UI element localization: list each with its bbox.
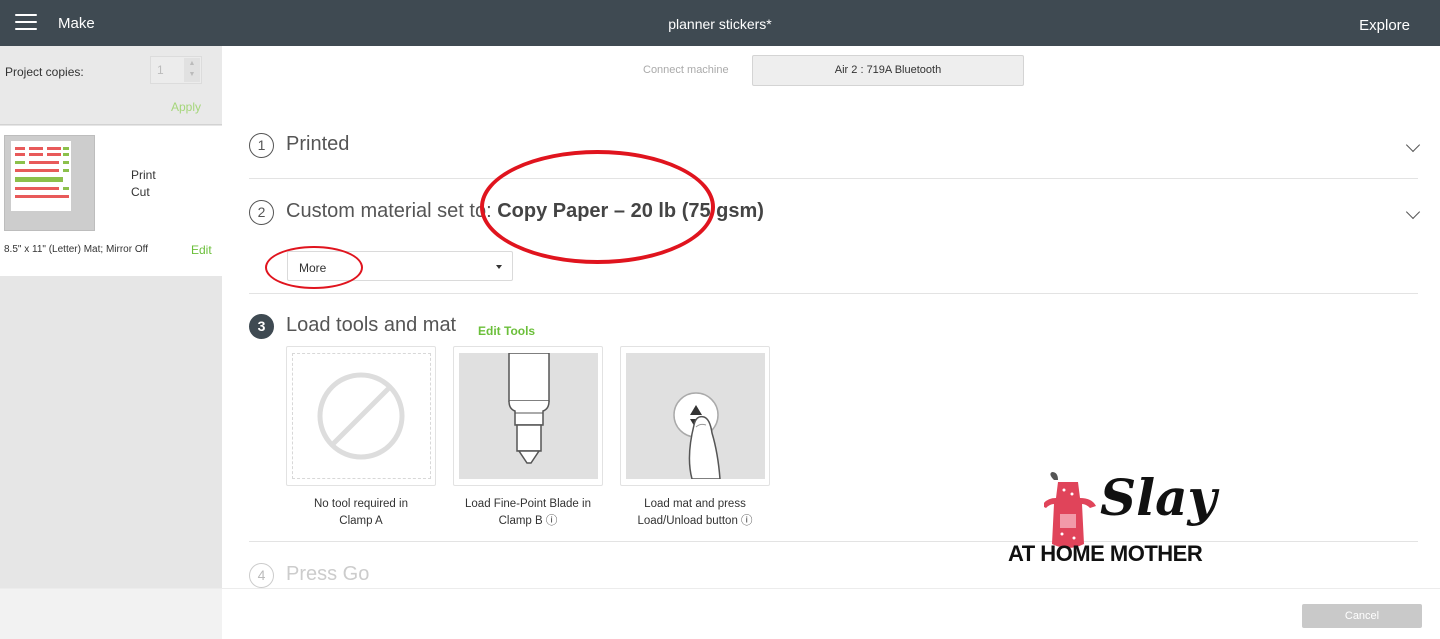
clamp-b-caption-line1: Load Fine-Point Blade in <box>465 498 591 510</box>
project-copies-input[interactable]: 1 ▲ ▼ <box>150 56 202 84</box>
step-1-title[interactable]: Printed <box>286 133 349 156</box>
divider <box>249 178 1418 179</box>
project-copies-value: 1 <box>157 63 164 77</box>
bottom-bar: Cancel <box>0 588 1440 639</box>
step-3-number: 3 <box>249 314 274 339</box>
fine-point-blade-icon <box>508 353 550 464</box>
clamp-a-tool-image <box>292 353 431 479</box>
step-3-title: Load tools and mat <box>286 314 457 336</box>
mat-paper-preview <box>11 141 71 211</box>
watermark-subtitle: AT HOME MOTHER <box>1008 541 1203 566</box>
sidebar: Project copies: 1 ▲ ▼ Apply Print Cut 8.… <box>0 46 222 588</box>
load-mat-caption-line2[interactable]: Load/Unload button ⓘ <box>610 513 780 530</box>
load-mat-tool-image <box>626 353 765 479</box>
connect-machine-label: Connect machine <box>643 64 729 76</box>
mat-card[interactable]: Print Cut 8.5" x 11" (Letter) Mat; Mirro… <box>0 126 222 276</box>
load-unload-button-icon <box>673 392 721 479</box>
explore-link[interactable]: Explore <box>1359 17 1410 34</box>
no-tool-icon <box>317 372 405 460</box>
clamp-a-caption-line1: No tool required in <box>314 498 408 510</box>
cancel-button[interactable]: Cancel <box>1302 604 1422 628</box>
project-copies-label: Project copies: <box>5 65 84 79</box>
step-2-title-prefix: Custom material set to: <box>286 200 498 222</box>
caret-down-icon <box>496 265 502 269</box>
step-1-chevron-down-icon[interactable] <box>1405 137 1421 153</box>
load-mat-caption-line1: Load mat and press <box>644 498 746 510</box>
clamp-b-tool-card <box>453 346 603 486</box>
copies-stepper[interactable]: ▲ ▼ <box>184 58 200 82</box>
step-4-title: Press Go <box>286 563 370 585</box>
clamp-b-caption: Load Fine-Point Blade in Clamp B ⓘ <box>443 496 613 530</box>
apply-button[interactable]: Apply <box>171 100 201 114</box>
clamp-a-caption: No tool required in Clamp A <box>276 496 446 530</box>
step-1-number: 1 <box>249 133 274 158</box>
clamp-a-caption-line2: Clamp A <box>339 515 383 527</box>
material-dropdown[interactable]: More <box>287 251 513 281</box>
mat-info-text: 8.5" x 11" (Letter) Mat; Mirror Off <box>4 244 148 255</box>
project-title: planner stickers* <box>668 16 772 32</box>
watermark-slay-text: Slay <box>1100 468 1217 527</box>
mat-cut-label: Cut <box>131 185 150 199</box>
main-panel: Connect machine Air 2 : 719A Bluetooth 1… <box>222 46 1440 588</box>
divider <box>249 541 1418 542</box>
clamp-b-caption-line2[interactable]: Clamp B ⓘ <box>443 513 613 530</box>
clamp-b-tool-image <box>459 353 598 479</box>
load-mat-tool-card <box>620 346 770 486</box>
step-2-chevron-down-icon[interactable] <box>1405 204 1421 220</box>
mat-thumbnail[interactable] <box>4 135 95 231</box>
step-4-number: 4 <box>249 563 274 588</box>
divider <box>249 293 1418 294</box>
bottom-bar-left <box>0 589 222 639</box>
step-2-title[interactable]: Custom material set to: Copy Paper – 20 … <box>286 200 764 223</box>
mat-edit-link[interactable]: Edit <box>191 243 212 257</box>
top-bar: Make planner stickers* Explore <box>0 0 1440 46</box>
mat-print-label: Print <box>131 168 156 182</box>
project-copies-panel: Project copies: 1 ▲ ▼ Apply <box>0 46 222 125</box>
load-mat-caption: Load mat and press Load/Unload button ⓘ <box>610 496 780 530</box>
step-2-number: 2 <box>249 200 274 225</box>
clamp-a-tool-card <box>286 346 436 486</box>
watermark-logo: Slay AT HOME MOTHER <box>1008 468 1240 568</box>
machine-select-button[interactable]: Air 2 : 719A Bluetooth <box>752 55 1024 86</box>
selected-material: Copy Paper – 20 lb (75 gsm) <box>497 200 764 222</box>
edit-tools-link[interactable]: Edit Tools <box>478 324 535 338</box>
material-dropdown-value: More <box>299 261 327 275</box>
